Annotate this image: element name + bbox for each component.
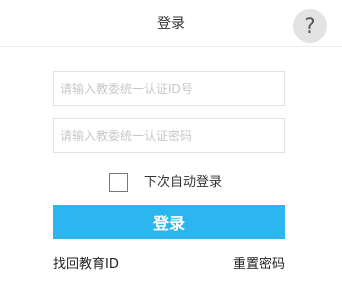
remember-row: 下次自动登录 (109, 172, 222, 193)
find-id-link[interactable]: 找回教育ID (53, 257, 119, 273)
remember-checkbox[interactable] (109, 173, 128, 192)
login-button[interactable]: 登录 (53, 205, 285, 239)
reset-password-link[interactable]: 重置密码 (233, 257, 285, 273)
header: 登录 ? (0, 0, 342, 47)
login-panel: 登录 ? 下次自动登录 登录 找回教育ID 重置密码 (0, 0, 342, 286)
help-button[interactable]: ? (293, 9, 327, 43)
password-input[interactable] (53, 118, 285, 153)
page-title: 登录 (157, 16, 185, 32)
id-input[interactable] (53, 71, 285, 106)
question-mark-icon: ? (304, 13, 316, 38)
remember-label[interactable]: 下次自动登录 (144, 172, 222, 193)
